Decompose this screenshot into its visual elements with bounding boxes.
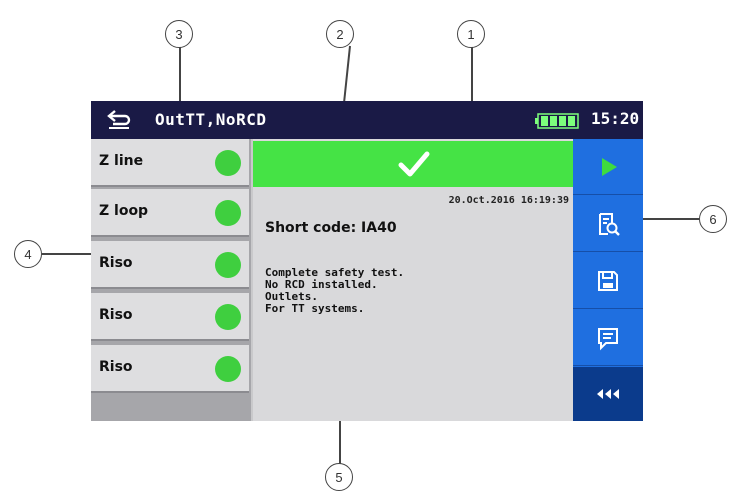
callout-5: 5 <box>325 463 353 491</box>
pass-banner <box>253 141 573 187</box>
callout-1: 1 <box>457 20 485 48</box>
play-icon <box>602 157 617 176</box>
leader-line-3 <box>179 46 181 102</box>
view-results-button[interactable] <box>573 196 643 252</box>
test-item-label: Z loop <box>99 203 149 219</box>
header-bar: OutTT,NoRCD 15:20 <box>91 101 643 139</box>
save-button[interactable] <box>573 253 643 309</box>
run-button[interactable] <box>573 139 643 195</box>
pass-status-icon <box>215 200 241 226</box>
clock: 15:20 <box>591 109 640 128</box>
description-line: For TT systems. <box>265 302 365 315</box>
battery-icon <box>535 113 579 129</box>
pass-status-icon <box>215 252 241 278</box>
test-item-riso-2[interactable]: Riso <box>91 293 249 341</box>
check-icon <box>398 151 430 177</box>
test-description: Complete safety test. No RCD installed. … <box>265 267 404 315</box>
short-code: Short code: IA40 <box>265 220 397 236</box>
comment-icon <box>598 327 618 350</box>
leader-line-4 <box>42 253 92 255</box>
save-icon <box>598 270 618 291</box>
callout-3: 3 <box>165 20 193 48</box>
view-document-icon <box>599 212 620 236</box>
test-timestamp: 20.Oct.2016 16:19:39 <box>448 195 569 206</box>
collapse-menu-button[interactable] <box>573 367 643 421</box>
pass-status-icon <box>215 356 241 382</box>
instrument-screen: OutTT,NoRCD 15:20 Z line Z loop Riso Ris… <box>91 101 643 421</box>
test-item-label: Riso <box>99 307 133 323</box>
triple-left-arrow-icon <box>597 389 619 399</box>
test-item-label: Z line <box>99 153 144 169</box>
page-title: OutTT,NoRCD <box>155 110 267 129</box>
result-panel: 20.Oct.2016 16:19:39 Short code: IA40 Co… <box>253 139 573 421</box>
test-item-label: Riso <box>99 359 133 375</box>
callout-4: 4 <box>14 240 42 268</box>
test-item-label: Riso <box>99 255 133 271</box>
test-list: Z line Z loop Riso Riso Riso <box>91 139 251 421</box>
pass-status-icon <box>215 304 241 330</box>
callout-6: 6 <box>699 205 727 233</box>
back-arrow-icon[interactable] <box>107 110 131 130</box>
test-item-z-loop[interactable]: Z loop <box>91 189 249 237</box>
comment-button[interactable] <box>573 310 643 366</box>
callout-2: 2 <box>326 20 354 48</box>
action-toolbar <box>573 139 643 421</box>
test-item-z-line[interactable]: Z line <box>91 139 249 187</box>
test-item-riso-1[interactable]: Riso <box>91 241 249 289</box>
leader-line-6 <box>643 218 699 220</box>
pass-status-icon <box>215 150 241 176</box>
test-item-riso-3[interactable]: Riso <box>91 345 249 393</box>
